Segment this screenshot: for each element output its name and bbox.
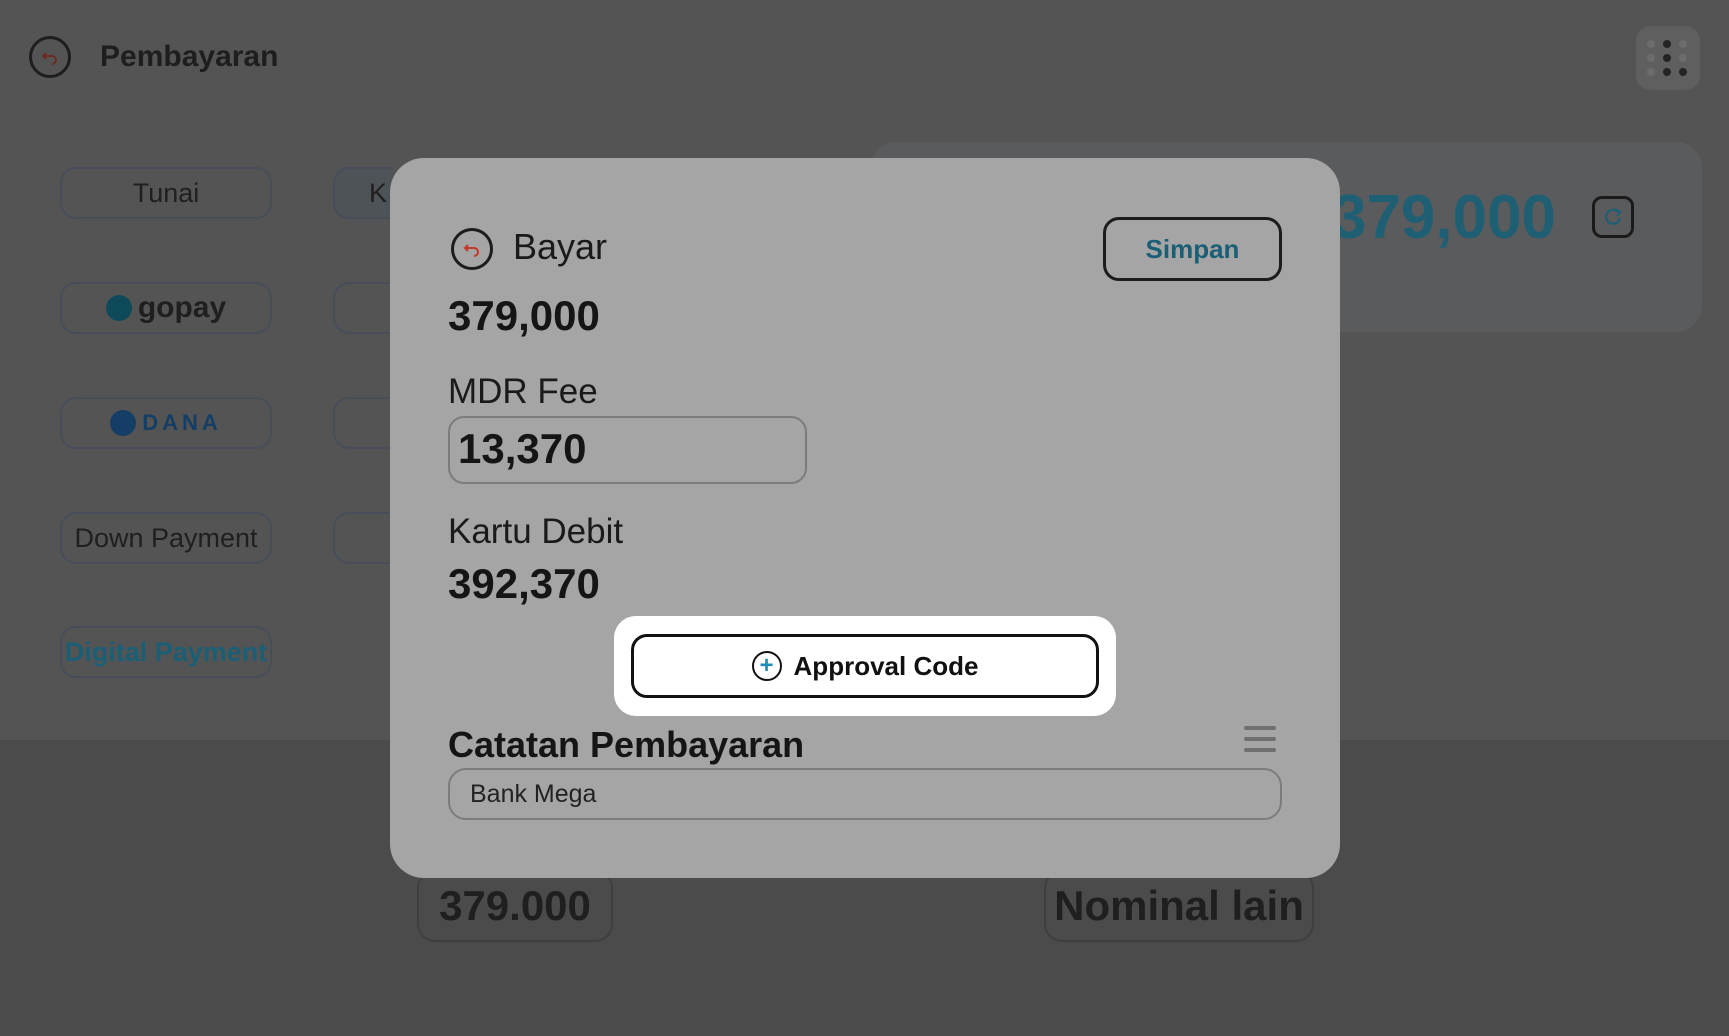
- payment-method-down-payment[interactable]: Down Payment: [60, 512, 272, 564]
- menu-icon[interactable]: [1244, 726, 1276, 756]
- grid-dot-icon: [1647, 54, 1655, 62]
- grid-dot-icon: [1663, 40, 1671, 48]
- grid-dot-icon: [1679, 68, 1687, 76]
- refresh-icon: [1605, 208, 1622, 225]
- grid-dot-icon: [1679, 54, 1687, 62]
- back-button[interactable]: [29, 36, 71, 78]
- save-button[interactable]: Simpan: [1103, 217, 1282, 281]
- approval-code-button[interactable]: + Approval Code: [631, 634, 1099, 698]
- payment-method-kartu-tab[interactable]: K: [333, 167, 393, 219]
- grid-dot-icon: [1679, 40, 1687, 48]
- approval-code-label: Approval Code: [793, 650, 979, 681]
- modal-back-button[interactable]: [451, 228, 493, 270]
- other-amount-button[interactable]: Nominal lain: [1044, 870, 1314, 942]
- card-amount: 392,370: [448, 560, 600, 607]
- back-arrow-icon: [41, 52, 57, 65]
- dana-logo-icon: [110, 410, 137, 436]
- payment-method-label: Digital Payment: [64, 636, 268, 667]
- grid-dot-icon: [1663, 68, 1671, 76]
- apps-grid-button[interactable]: [1636, 26, 1700, 90]
- gopay-logo-icon: [105, 295, 132, 321]
- payment-method-label: Tunai: [132, 177, 200, 208]
- payment-method-label: K: [369, 177, 388, 208]
- payment-method-gopay[interactable]: gopay: [60, 282, 272, 334]
- payment-method-dana[interactable]: DANA: [60, 397, 272, 449]
- payment-method-label: Down Payment: [74, 522, 258, 553]
- plus-circle-icon: +: [751, 651, 782, 681]
- total-amount: 379,000: [1331, 183, 1556, 252]
- card-label: Kartu Debit: [448, 512, 624, 551]
- pay-amount: 379,000: [448, 292, 600, 339]
- quick-amount-button[interactable]: 379.000: [417, 870, 613, 942]
- grid-dot-icon: [1663, 54, 1671, 62]
- payment-method-slot[interactable]: [333, 512, 393, 564]
- quick-amount-label: 379.000: [439, 882, 591, 929]
- mdr-fee-label: MDR Fee: [448, 372, 598, 411]
- page-title: Pembayaran: [100, 40, 279, 73]
- payment-method-label: gopay: [137, 291, 227, 324]
- payment-method-tunai[interactable]: Tunai: [60, 167, 272, 219]
- mdr-fee-field[interactable]: 13,370: [448, 416, 807, 484]
- payment-method-slot[interactable]: [333, 282, 393, 334]
- notes-label: Catatan Pembayaran: [448, 724, 805, 765]
- menu-line: [1244, 737, 1276, 741]
- modal-title: Bayar: [513, 226, 608, 267]
- menu-line: [1244, 748, 1276, 752]
- notes-field[interactable]: Bank Mega: [448, 768, 1282, 820]
- menu-line: [1244, 726, 1276, 730]
- payment-method-slot[interactable]: [333, 397, 393, 449]
- grid-dot-icon: [1647, 40, 1655, 48]
- grid-dot-icon: [1647, 68, 1655, 76]
- payment-method-label: DANA: [142, 410, 222, 435]
- other-amount-label: Nominal lain: [1054, 882, 1304, 929]
- payment-method-digital-payment[interactable]: Digital Payment: [60, 626, 272, 678]
- back-arrow-icon: [463, 244, 479, 257]
- refresh-button[interactable]: [1592, 196, 1634, 238]
